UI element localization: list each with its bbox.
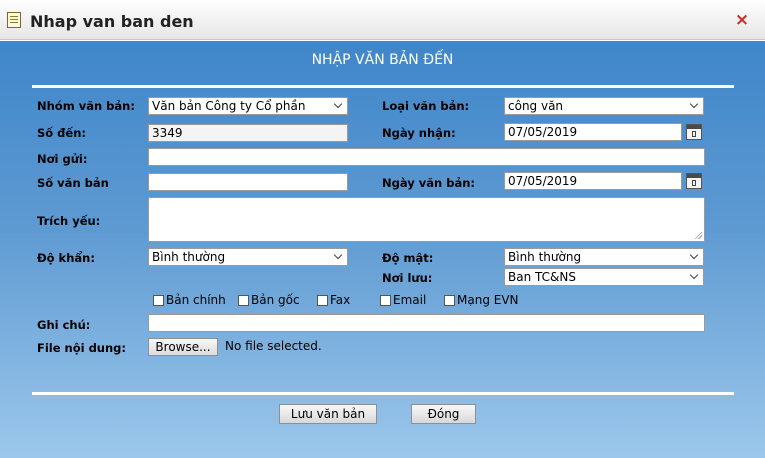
checkbox-label: Bản gốc	[251, 293, 300, 307]
checkbox-label: Mạng EVN	[457, 293, 519, 307]
checkbox-box[interactable]	[153, 294, 164, 306]
dong-button[interactable]: Đóng	[411, 404, 476, 424]
ghi-chu-field[interactable]	[148, 314, 705, 332]
ngay-nhan-field[interactable]: 07/05/2019	[504, 123, 682, 141]
chevron-down-icon	[333, 99, 343, 109]
checkbox-box[interactable]	[317, 294, 328, 306]
save-button[interactable]: Lưu văn bản	[279, 404, 377, 424]
noi-gui-field[interactable]	[148, 148, 705, 166]
so-den-label: Số đến:	[37, 126, 87, 140]
noi-gui-label: Nơi gửi:	[37, 152, 88, 166]
checkbox-email[interactable]: Email	[380, 293, 426, 307]
checkbox-box[interactable]	[238, 294, 249, 306]
checkbox-box[interactable]	[444, 294, 455, 306]
do-khan-select[interactable]: Bình thường	[148, 248, 348, 266]
loai-van-ban-label: Loại văn bản:	[382, 99, 470, 113]
checkbox-label: Email	[393, 293, 427, 307]
so-den-field[interactable]: 3349	[148, 124, 348, 142]
trich-yeu-textarea[interactable]	[148, 197, 705, 242]
do-khan-label: Độ khẩn:	[37, 251, 95, 265]
file-status: No file selected.	[225, 339, 322, 353]
noi-luu-value: Ban TC&NS	[508, 270, 576, 284]
noi-luu-select[interactable]: Ban TC&NS	[504, 268, 704, 286]
resize-grip-icon[interactable]	[694, 231, 702, 239]
file-noi-dung-label: File nội dung:	[37, 341, 127, 355]
do-mat-value: Bình thường	[508, 250, 582, 264]
checkbox-ban-goc[interactable]: Bản gốc	[238, 293, 300, 307]
chevron-down-icon	[689, 99, 699, 109]
do-khan-value: Bình thường	[152, 250, 226, 264]
ngay-van-ban-field[interactable]: 07/05/2019	[504, 172, 682, 190]
bottom-divider	[32, 392, 734, 395]
chevron-down-icon	[689, 250, 699, 260]
checkbox-mang-evn[interactable]: Mạng EVN	[444, 293, 519, 307]
dialog-titlebar: Nhap van ban den ×	[0, 0, 765, 40]
browse-button[interactable]: Browse...	[148, 338, 218, 356]
checkbox-label: Fax	[330, 293, 351, 307]
note-icon	[7, 12, 21, 28]
loai-van-ban-value: công văn	[508, 99, 564, 113]
dialog-title: Nhap van ban den	[30, 12, 194, 31]
calendar-icon[interactable]	[686, 173, 702, 189]
ngay-van-ban-value: 07/05/2019	[508, 174, 578, 188]
chevron-down-icon	[333, 250, 343, 260]
chevron-down-icon	[689, 270, 699, 280]
form-heading: NHẬP VĂN BẢN ĐẾN	[311, 52, 454, 68]
nhom-van-ban-value: Văn bản Công ty Cổ phần	[152, 99, 306, 113]
do-mat-label: Độ mật:	[382, 251, 434, 265]
top-divider	[32, 85, 734, 88]
so-van-ban-field[interactable]	[148, 173, 348, 191]
trich-yeu-label: Trích yếu:	[37, 214, 101, 228]
checkbox-label: Bản chính	[166, 293, 226, 307]
ngay-nhan-label: Ngày nhận:	[382, 126, 456, 140]
checkbox-ban-chinh[interactable]: Bản chính	[153, 293, 226, 307]
checkbox-fax[interactable]: Fax	[317, 293, 350, 307]
noi-luu-label: Nơi lưu:	[382, 271, 433, 285]
so-den-value: 3349	[152, 126, 183, 140]
close-icon[interactable]: ×	[734, 12, 750, 29]
nhom-van-ban-select[interactable]: Văn bản Công ty Cổ phần	[148, 97, 348, 115]
nhom-van-ban-label: Nhóm văn bản:	[37, 99, 135, 113]
calendar-icon[interactable]	[686, 124, 702, 140]
loai-van-ban-select[interactable]: công văn	[504, 97, 704, 115]
checkbox-box[interactable]	[380, 294, 391, 306]
ngay-van-ban-label: Ngày văn bản:	[382, 176, 475, 190]
so-van-ban-label: Số văn bản	[37, 176, 109, 190]
do-mat-select[interactable]: Bình thường	[504, 248, 704, 266]
ghi-chu-label: Ghi chú:	[37, 318, 91, 332]
ngay-nhan-value: 07/05/2019	[508, 125, 578, 139]
